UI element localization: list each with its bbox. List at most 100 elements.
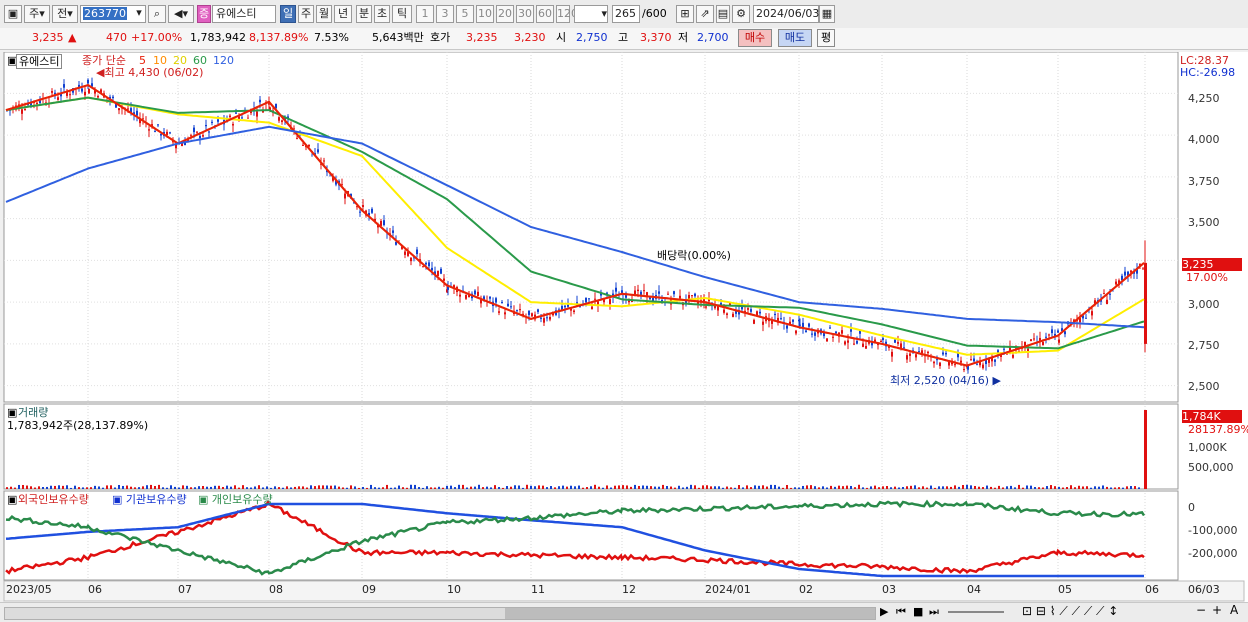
volume-bar — [1130, 486, 1132, 489]
interval-60[interactable]: 60 — [536, 5, 554, 23]
volume-bar — [814, 486, 816, 489]
prev-select[interactable]: 전▾ — [52, 5, 78, 23]
candle-body — [1106, 299, 1108, 305]
candle-body — [1109, 293, 1111, 295]
zoom-slider[interactable] — [948, 611, 1004, 613]
font-icon[interactable]: A — [1230, 603, 1238, 617]
candle-body — [882, 338, 884, 340]
zoom-tools-icon[interactable]: ⊡ ⊟ ⌇ ⟋ ⟋ ⟋ ⟋ ↕ — [1022, 604, 1118, 619]
sell-button[interactable]: 매도 — [778, 29, 812, 47]
save-icon[interactable]: ▤ — [716, 5, 730, 23]
volume-bar — [930, 485, 932, 489]
count-input[interactable]: 265 — [612, 5, 640, 23]
interval-1[interactable]: 1 — [416, 5, 434, 23]
volume-bar — [962, 485, 964, 489]
volume-bar — [1094, 486, 1096, 489]
chart-canvas[interactable] — [0, 52, 1248, 602]
x-label-10: 10 — [447, 583, 461, 596]
tab-month[interactable]: 월 — [316, 5, 332, 23]
volume-bar — [30, 486, 32, 489]
draw-tools-icon[interactable]: ⇗ — [696, 5, 714, 23]
volume-bar — [302, 486, 304, 489]
stop-icon[interactable]: ■ — [913, 605, 923, 618]
date-input[interactable]: 2024/06/03 — [753, 5, 819, 23]
interval-3[interactable]: 3 — [436, 5, 454, 23]
price-axis-2750: 2,750 — [1188, 339, 1220, 352]
interval-5[interactable]: 5 — [456, 5, 474, 23]
dividend-note: 배당락(0.00%) — [657, 249, 731, 262]
volume-bar — [638, 485, 640, 489]
volume-bar — [610, 487, 612, 489]
rewind-icon[interactable]: ⏮ — [896, 605, 906, 619]
zoom-out-icon[interactable]: − — [1196, 603, 1206, 617]
avg-button[interactable]: 평 — [817, 29, 835, 47]
candle-body — [643, 290, 645, 292]
search-icon[interactable]: ⌕ — [148, 5, 166, 23]
interval-input[interactable]: ▾ — [574, 5, 608, 23]
volume-bar — [454, 487, 456, 489]
volume-bar — [246, 487, 248, 489]
chart-tools-icon[interactable]: ⊞ — [676, 5, 694, 23]
volume-bar — [170, 485, 172, 489]
volume-bar — [890, 487, 892, 489]
volume-bar — [902, 486, 904, 489]
x-label-09: 09 — [362, 583, 376, 596]
period-select[interactable]: 주▾ — [24, 5, 50, 23]
volume-bar — [642, 485, 644, 489]
candle-body — [909, 353, 911, 356]
interval-120[interactable]: 120 — [556, 5, 578, 23]
volume-bar — [622, 485, 624, 489]
horizontal-scrollbar[interactable] — [4, 607, 876, 620]
volume-bar — [570, 485, 572, 489]
volume-bar — [498, 487, 500, 489]
interval-10[interactable]: 10 — [476, 5, 494, 23]
buy-button[interactable]: 매수 — [738, 29, 772, 47]
scroll-thumb[interactable] — [505, 608, 875, 619]
tab-tick[interactable]: 틱 — [392, 5, 412, 23]
candle-body — [862, 343, 864, 347]
volume-bar — [982, 487, 984, 489]
volume-bar — [726, 486, 728, 489]
candle-body — [459, 294, 461, 297]
tab-year[interactable]: 년 — [334, 5, 352, 23]
zoom-in-icon[interactable]: + — [1212, 603, 1222, 617]
calendar-icon[interactable]: ▦ — [819, 5, 835, 23]
tab-day[interactable]: 일 — [280, 5, 296, 23]
candle-body — [585, 297, 587, 303]
candle-body — [1091, 311, 1093, 316]
candle-body — [948, 361, 950, 366]
candle-body — [160, 133, 162, 136]
layout-icon[interactable]: ▣ — [4, 5, 22, 23]
volume-bar — [838, 485, 840, 489]
candle-body — [1057, 330, 1059, 333]
tab-minute[interactable]: 분 — [356, 5, 372, 23]
volume-bar — [714, 486, 716, 489]
candle-body — [679, 295, 681, 299]
holding-panel-icon[interactable]: ▣ — [7, 493, 17, 506]
gear-icon[interactable]: ⚙ — [732, 5, 750, 23]
volume-bar — [1114, 487, 1116, 489]
tab-second[interactable]: 초 — [374, 5, 390, 23]
volume-bar — [758, 485, 760, 489]
candle-body — [510, 306, 512, 308]
volume-bar — [594, 484, 596, 489]
candle-body — [960, 360, 962, 363]
volume-bar — [894, 486, 896, 489]
interval-30[interactable]: 30 — [516, 5, 534, 23]
x-label-right: 06/03 — [1188, 583, 1220, 596]
volume-bar — [410, 484, 412, 489]
speaker-icon[interactable]: ◀▾ — [168, 5, 194, 23]
volume-bar — [26, 485, 28, 489]
tab-week[interactable]: 주 — [298, 5, 314, 23]
chevron-down-icon[interactable]: ▾ — [132, 5, 146, 23]
volume-bar — [54, 485, 56, 489]
panel-frame-1 — [3, 403, 1179, 490]
candle-body — [891, 351, 893, 357]
volume-bar — [370, 484, 372, 489]
volume-panel-icon[interactable]: ▣ — [7, 406, 17, 419]
scroll-right-icon[interactable]: ▶ — [880, 605, 888, 618]
interval-20[interactable]: 20 — [496, 5, 514, 23]
price-panel-name[interactable]: 유에스티 — [16, 54, 63, 69]
volume-bar — [398, 485, 400, 489]
forward-icon[interactable]: ⏭ — [929, 605, 939, 619]
